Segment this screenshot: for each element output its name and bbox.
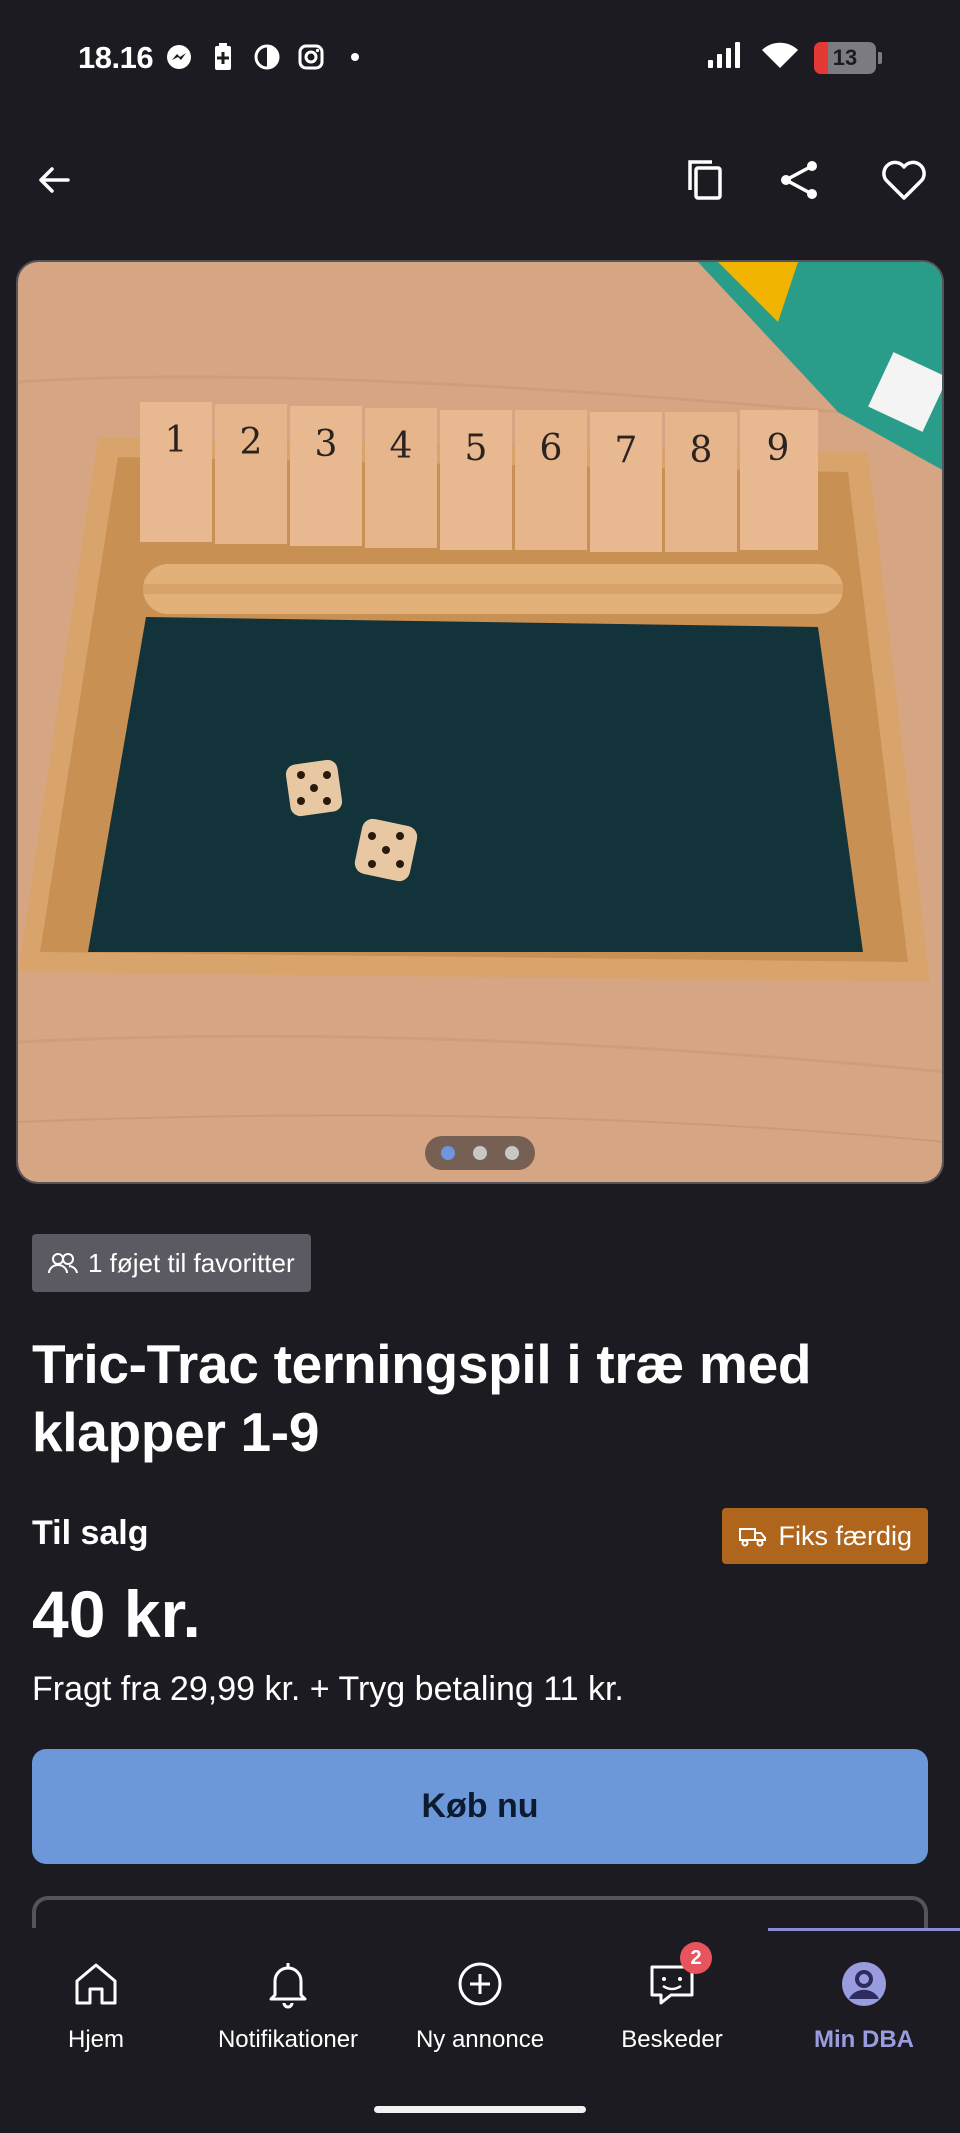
instagram-icon <box>296 42 326 72</box>
copy-icon <box>688 160 722 200</box>
pager-dot-1[interactable] <box>441 1146 455 1160</box>
sale-type-label: Til salg <box>32 1514 149 1552</box>
product-image-gallery[interactable]: 1 2 3 4 5 6 7 8 9 <box>16 260 944 1184</box>
favorites-count-text: 1 føjet til favoritter <box>88 1247 295 1278</box>
pager-dot-2[interactable] <box>473 1146 487 1160</box>
share-button[interactable] <box>772 152 828 208</box>
users-icon <box>48 1253 78 1274</box>
battery-level: 13 <box>832 44 858 70</box>
svg-text:6: 6 <box>540 428 563 469</box>
nav-label-notifikationer: Notifikationer <box>217 2026 359 2053</box>
heart-icon <box>882 160 926 200</box>
back-button[interactable] <box>26 152 82 208</box>
wifi-icon <box>760 40 800 75</box>
battery-saver-icon <box>208 42 238 72</box>
nav-item-notifikationer[interactable]: Notifikationer <box>192 1954 384 2054</box>
svg-text:3: 3 <box>315 424 338 465</box>
svg-text:2: 2 <box>240 422 263 463</box>
copy-button[interactable] <box>678 152 734 208</box>
nav-label-ny-annonce: Ny annonce <box>415 2026 545 2053</box>
signal-icon <box>706 40 746 75</box>
notification-icons <box>164 42 370 72</box>
fiks-faerdig-text: Fiks færdig <box>778 1520 912 1551</box>
pager-dot-3[interactable] <box>505 1146 519 1160</box>
favorite-button[interactable] <box>876 152 932 208</box>
shipping-info: Fragt fra 29,99 kr. + Tryg betaling 11 k… <box>32 1670 624 1708</box>
more-notifications-dot-icon <box>340 42 370 72</box>
plus-circle-icon <box>450 1954 510 2014</box>
home-icon <box>66 1954 126 2014</box>
arrow-left-icon <box>39 167 70 193</box>
price: 40 kr. <box>32 1577 201 1651</box>
delivery-truck-icon <box>739 1528 767 1547</box>
image-pager[interactable] <box>425 1136 535 1170</box>
profile-icon <box>834 1954 894 2014</box>
status-bar: 18.16 13 <box>0 0 960 120</box>
fiks-faerdig-badge: Fiks færdig <box>722 1508 928 1564</box>
nav-item-hjem[interactable]: Hjem <box>0 1954 192 2054</box>
product-photo: 1 2 3 4 5 6 7 8 9 <box>18 262 942 1182</box>
battery-icon: 13 <box>814 41 876 74</box>
buy-now-button[interactable]: Køb nu <box>32 1749 928 1864</box>
top-action-bar <box>0 140 960 220</box>
nav-item-ny-annonce[interactable]: Ny annonce <box>384 1954 576 2054</box>
svg-text:7: 7 <box>615 430 638 471</box>
nav-item-min-dba[interactable]: Min DBA <box>768 1954 960 2054</box>
messenger-icon <box>164 42 194 72</box>
svg-text:4: 4 <box>390 426 413 467</box>
bottom-navigation: Hjem Notifikationer Ny annonce 2 Beskede… <box>0 1928 960 2133</box>
nav-label-min-dba: Min DBA <box>814 2026 914 2053</box>
nav-label-hjem: Hjem <box>67 2026 124 2053</box>
share-icon <box>781 161 817 199</box>
bell-icon <box>258 1954 318 2014</box>
system-icons: 13 <box>706 40 882 75</box>
nav-item-beskeder[interactable]: 2 Beskeder <box>576 1942 768 2054</box>
messages-count-badge: 2 <box>680 1942 712 1974</box>
svg-text:5: 5 <box>465 428 488 469</box>
half-circle-icon <box>252 42 282 72</box>
status-time: 18.16 <box>78 40 154 75</box>
active-tab-indicator <box>768 1928 960 1931</box>
svg-text:9: 9 <box>767 428 790 469</box>
home-indicator[interactable] <box>374 2106 586 2113</box>
svg-text:1: 1 <box>165 420 188 461</box>
nav-label-beskeder: Beskeder <box>621 2026 723 2053</box>
favorites-count-chip: 1 føjet til favoritter <box>32 1234 311 1292</box>
svg-text:8: 8 <box>690 430 713 471</box>
chat-icon: 2 <box>642 1942 712 2014</box>
listing-title: Tric-Trac terningspil i træ med klapper … <box>32 1333 812 1463</box>
